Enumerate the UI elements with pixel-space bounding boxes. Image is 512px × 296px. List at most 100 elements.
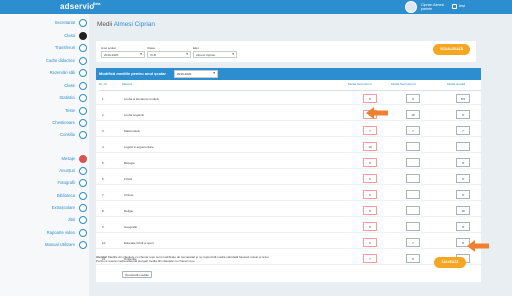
subject-name: Limba engleză — [124, 113, 144, 117]
year-select[interactable]: 2019-2020 — [101, 51, 145, 58]
sem2-input[interactable]: 7 — [406, 126, 420, 135]
sidebar-item-label: Biblioteca — [56, 193, 75, 198]
sidebar-item-label: Clase — [64, 83, 75, 88]
sem2-input[interactable]: 7 — [406, 238, 420, 247]
sem1-input[interactable]: 8 — [363, 222, 377, 231]
show-button[interactable]: VIZUALIZEAZĂ — [433, 44, 470, 55]
annual-input[interactable]: 8 — [456, 158, 470, 167]
sem1-input[interactable]: 8 — [363, 206, 377, 215]
row-number: 1. — [102, 97, 105, 101]
row-number: 5. — [102, 161, 105, 165]
sem1-input[interactable]: 7 — [363, 126, 377, 135]
sidebar-item-cadre-didactice[interactable]: Cadre didactice — [0, 56, 89, 66]
sidebar-item-manual-utilizare[interactable]: Manual Utilizare — [0, 240, 89, 250]
sidebar-item-secretariat[interactable]: Secretariat — [0, 18, 89, 28]
sidebar-item-label: Statistici — [59, 95, 75, 100]
sidebar-item-anunțuri[interactable]: Anunțuri — [0, 166, 89, 176]
filter-label-class: Clasa — [147, 46, 155, 50]
sem2-input[interactable] — [406, 174, 420, 183]
annual-input[interactable] — [456, 142, 470, 151]
sem2-input[interactable] — [406, 206, 420, 215]
logout-icon[interactable] — [452, 4, 457, 9]
sem2-input[interactable] — [406, 222, 420, 231]
sidebar-item-label: Teste — [64, 108, 75, 113]
sidebar-item-fotografii[interactable]: Fotografii — [0, 178, 89, 188]
sidebar-item-mesaje[interactable]: Mesaje — [0, 154, 89, 164]
sidebar-item-label: Rapoarte video — [46, 230, 75, 235]
row-number: 7. — [102, 193, 105, 197]
annual-input[interactable]: 8.5 — [456, 94, 470, 103]
sidebar-item-jitsi[interactable]: Jitsi — [0, 215, 89, 225]
footer-note-line2: Pentru a reseta media automat ștergeți m… — [96, 259, 196, 263]
sem1-input[interactable]: 9 — [363, 190, 377, 199]
book-icon — [79, 192, 87, 200]
logout-link[interactable]: Ieși — [459, 4, 465, 8]
table-row: 6. Fizică 6 6 — [96, 173, 481, 185]
sidebar-item-teste[interactable]: Teste — [0, 106, 89, 116]
annual-input[interactable]: 8 — [456, 222, 470, 231]
app-logo[interactable]: adservio — [60, 2, 95, 11]
sem1-input[interactable]: 8 — [363, 94, 377, 103]
annual-input[interactable]: 9 — [456, 110, 470, 119]
avatar[interactable] — [405, 1, 417, 13]
group-icon — [79, 131, 87, 139]
page-title-prefix: Medii — [97, 21, 113, 28]
question-icon — [79, 119, 87, 127]
teacher-icon — [79, 57, 87, 65]
sidebar-item-consiliu[interactable]: Consiliu — [0, 130, 89, 140]
row-number: 10. — [102, 241, 107, 245]
sidebar-item-label: Mesaje — [61, 156, 76, 161]
annual-input[interactable]: 7 — [456, 126, 470, 135]
averages-grid: Modifică mediile pentru anul școlar 2019… — [96, 68, 481, 282]
sidebar-item-label: Extrașcolare — [51, 205, 75, 210]
sidebar-item-label: Manual Utilizare — [44, 242, 75, 247]
sidebar-item-clase[interactable]: Clase — [0, 81, 89, 91]
page-title: Medii Almesi Ciprian — [97, 21, 155, 28]
grid-header: Modifică mediile pentru anul școlar 2019… — [96, 68, 481, 80]
sem2-input[interactable]: 6 — [406, 254, 420, 263]
sidebar-item-rezervări-săli[interactable]: Rezervări săli — [0, 68, 89, 78]
filter-panel: Anul școlar 2019-2020 Clasa XI-B Elev Al… — [96, 41, 476, 62]
sidebar-item-rapoarte-video[interactable]: Rapoarte video — [0, 228, 89, 238]
sem1-input[interactable]: 10 — [363, 142, 377, 151]
col-header-sem2: Media Semestrul II — [391, 82, 447, 91]
sem2-input[interactable] — [406, 142, 420, 151]
subject-name: Religie — [124, 209, 134, 213]
sidebar-item-transferuri[interactable]: Transferuri — [0, 43, 89, 53]
recalculate-button[interactable]: Recalculă mediile — [122, 271, 152, 278]
sidebar-item-label: Fotografii — [57, 180, 75, 185]
sidebar-item-biblioteca[interactable]: Biblioteca — [0, 191, 89, 201]
annual-input[interactable]: 9 — [456, 190, 470, 199]
sidebar-item-extrașcolare[interactable]: Extrașcolare — [0, 203, 89, 213]
sem2-input[interactable] — [406, 158, 420, 167]
logo-badge: Beta — [93, 2, 101, 6]
sem2-input[interactable]: 10 — [406, 110, 420, 119]
table-row: 7. Chimie 9 9 — [96, 189, 481, 201]
col-header-nr: Nr. crt. — [99, 82, 122, 91]
subject-name: Logică și argumentare — [124, 145, 154, 149]
class-select[interactable]: XI-B — [147, 51, 191, 58]
student-select[interactable]: Almesi Ciprian — [193, 51, 237, 58]
sem2-input[interactable]: 9 — [406, 94, 420, 103]
sem1-input[interactable]: 8 — [363, 158, 377, 167]
sem2-input[interactable] — [406, 190, 420, 199]
sidebar-item-chestionare[interactable]: Chestionare — [0, 118, 89, 128]
sidebar-item-clasa[interactable]: Clasa — [0, 31, 89, 41]
sem1-input[interactable]: 6 — [363, 238, 377, 247]
sidebar-item-label: Chestionare — [52, 120, 75, 125]
sidebar-item-statistici[interactable]: Statistici — [0, 93, 89, 103]
user-role-text: parinte — [421, 7, 432, 11]
sem1-input[interactable]: 6 — [363, 174, 377, 183]
col-header-subject: Materia — [122, 82, 348, 91]
annual-input[interactable]: 10 — [456, 206, 470, 215]
save-button[interactable]: SALVEAZĂ — [434, 257, 466, 268]
arrow-annotation-icon — [467, 240, 489, 252]
annual-input[interactable]: 6 — [456, 174, 470, 183]
page-title-student: Almesi Ciprian — [113, 21, 155, 28]
help-icon — [79, 241, 87, 249]
user-name[interactable]: Ciprian Almesi parinte — [421, 3, 444, 11]
grid-year-select[interactable]: 2019-2020 — [174, 70, 218, 78]
row-number: 9. — [102, 225, 105, 229]
table-row: 9. Geografie 8 8 — [96, 221, 481, 233]
video-icon — [79, 216, 87, 224]
